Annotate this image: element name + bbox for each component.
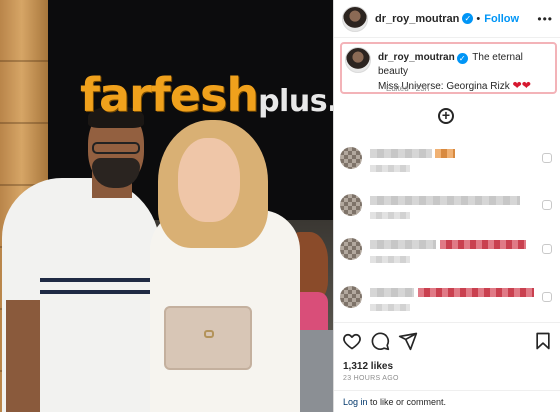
comment-meta-pixelated — [370, 304, 410, 311]
heart-icon[interactable] — [342, 331, 362, 351]
commenter-avatar[interactable] — [340, 194, 362, 216]
avatar[interactable] — [342, 5, 368, 32]
bookmark-icon[interactable] — [533, 331, 553, 351]
share-icon[interactable] — [398, 331, 418, 351]
man-glasses — [92, 142, 140, 154]
login-prompt: Log in to like or comment. — [334, 390, 560, 412]
avatar[interactable] — [345, 47, 371, 73]
shirt-stripe — [40, 278, 150, 282]
handbag-clasp — [204, 330, 214, 338]
login-link[interactable]: Log in — [343, 397, 368, 407]
login-prompt-text: to like or comment. — [367, 397, 447, 407]
username-link[interactable]: dr_roy_moutran — [375, 13, 459, 25]
verified-badge-icon: ✓ — [456, 53, 468, 64]
woman-face — [178, 138, 240, 222]
post-photo[interactable]: farfeshplus.com — [0, 0, 333, 412]
list-item — [340, 282, 554, 320]
list-item — [340, 234, 554, 272]
action-bar — [334, 322, 560, 358]
caption-username[interactable]: dr_roy_moutran — [378, 52, 455, 63]
list-item — [340, 190, 554, 228]
commenter-avatar[interactable] — [340, 147, 362, 169]
emoji-pixelated — [435, 149, 455, 158]
comment-meta-pixelated — [370, 212, 410, 219]
commenter-avatar[interactable] — [340, 286, 362, 308]
comment-like-icon[interactable] — [542, 153, 552, 163]
comment-icon[interactable] — [370, 331, 390, 351]
comment-like-icon[interactable] — [542, 292, 552, 302]
comment-meta-pixelated — [370, 256, 410, 263]
watermark-logo: farfeshplus.com — [80, 68, 333, 122]
comment-meta-pixelated — [370, 165, 410, 172]
edited-label: Edited · 23h — [386, 84, 430, 93]
post-side-panel: dr_roy_moutran ✓ • Follow ••• dr_roy_mou… — [333, 0, 560, 412]
shirt-stripe — [40, 290, 150, 294]
list-item — [340, 143, 554, 181]
verified-badge-icon: ✓ — [462, 13, 474, 24]
comment-text-pixelated — [370, 288, 414, 297]
watermark-suffix: plus.com — [258, 84, 333, 119]
separator-dot: • — [476, 12, 481, 25]
commenter-avatar[interactable] — [340, 238, 362, 260]
follow-button[interactable]: Follow — [484, 13, 519, 25]
post-timestamp[interactable]: 23 HOURS AGO — [343, 375, 399, 382]
emoji-pixelated — [418, 288, 534, 297]
comment-text-pixelated — [370, 149, 432, 158]
add-circle-icon[interactable]: + — [438, 108, 454, 124]
emoji-pixelated — [440, 240, 526, 249]
more-options-icon[interactable]: ••• — [537, 12, 553, 26]
red-hearts-emoji: ❤❤ — [512, 80, 531, 92]
likes-count[interactable]: 1,312 likes — [343, 361, 393, 372]
comment-like-icon[interactable] — [542, 244, 552, 254]
handbag — [164, 306, 252, 370]
caption-highlight: dr_roy_moutran ✓ The eternal beauty Miss … — [340, 42, 557, 94]
comment-text-pixelated — [370, 196, 520, 205]
post-header: dr_roy_moutran ✓ • Follow ••• — [334, 0, 560, 38]
man-arm — [6, 300, 40, 412]
watermark-brand: farfesh — [80, 68, 259, 122]
comment-text-pixelated — [370, 240, 436, 249]
comment-like-icon[interactable] — [542, 200, 552, 210]
